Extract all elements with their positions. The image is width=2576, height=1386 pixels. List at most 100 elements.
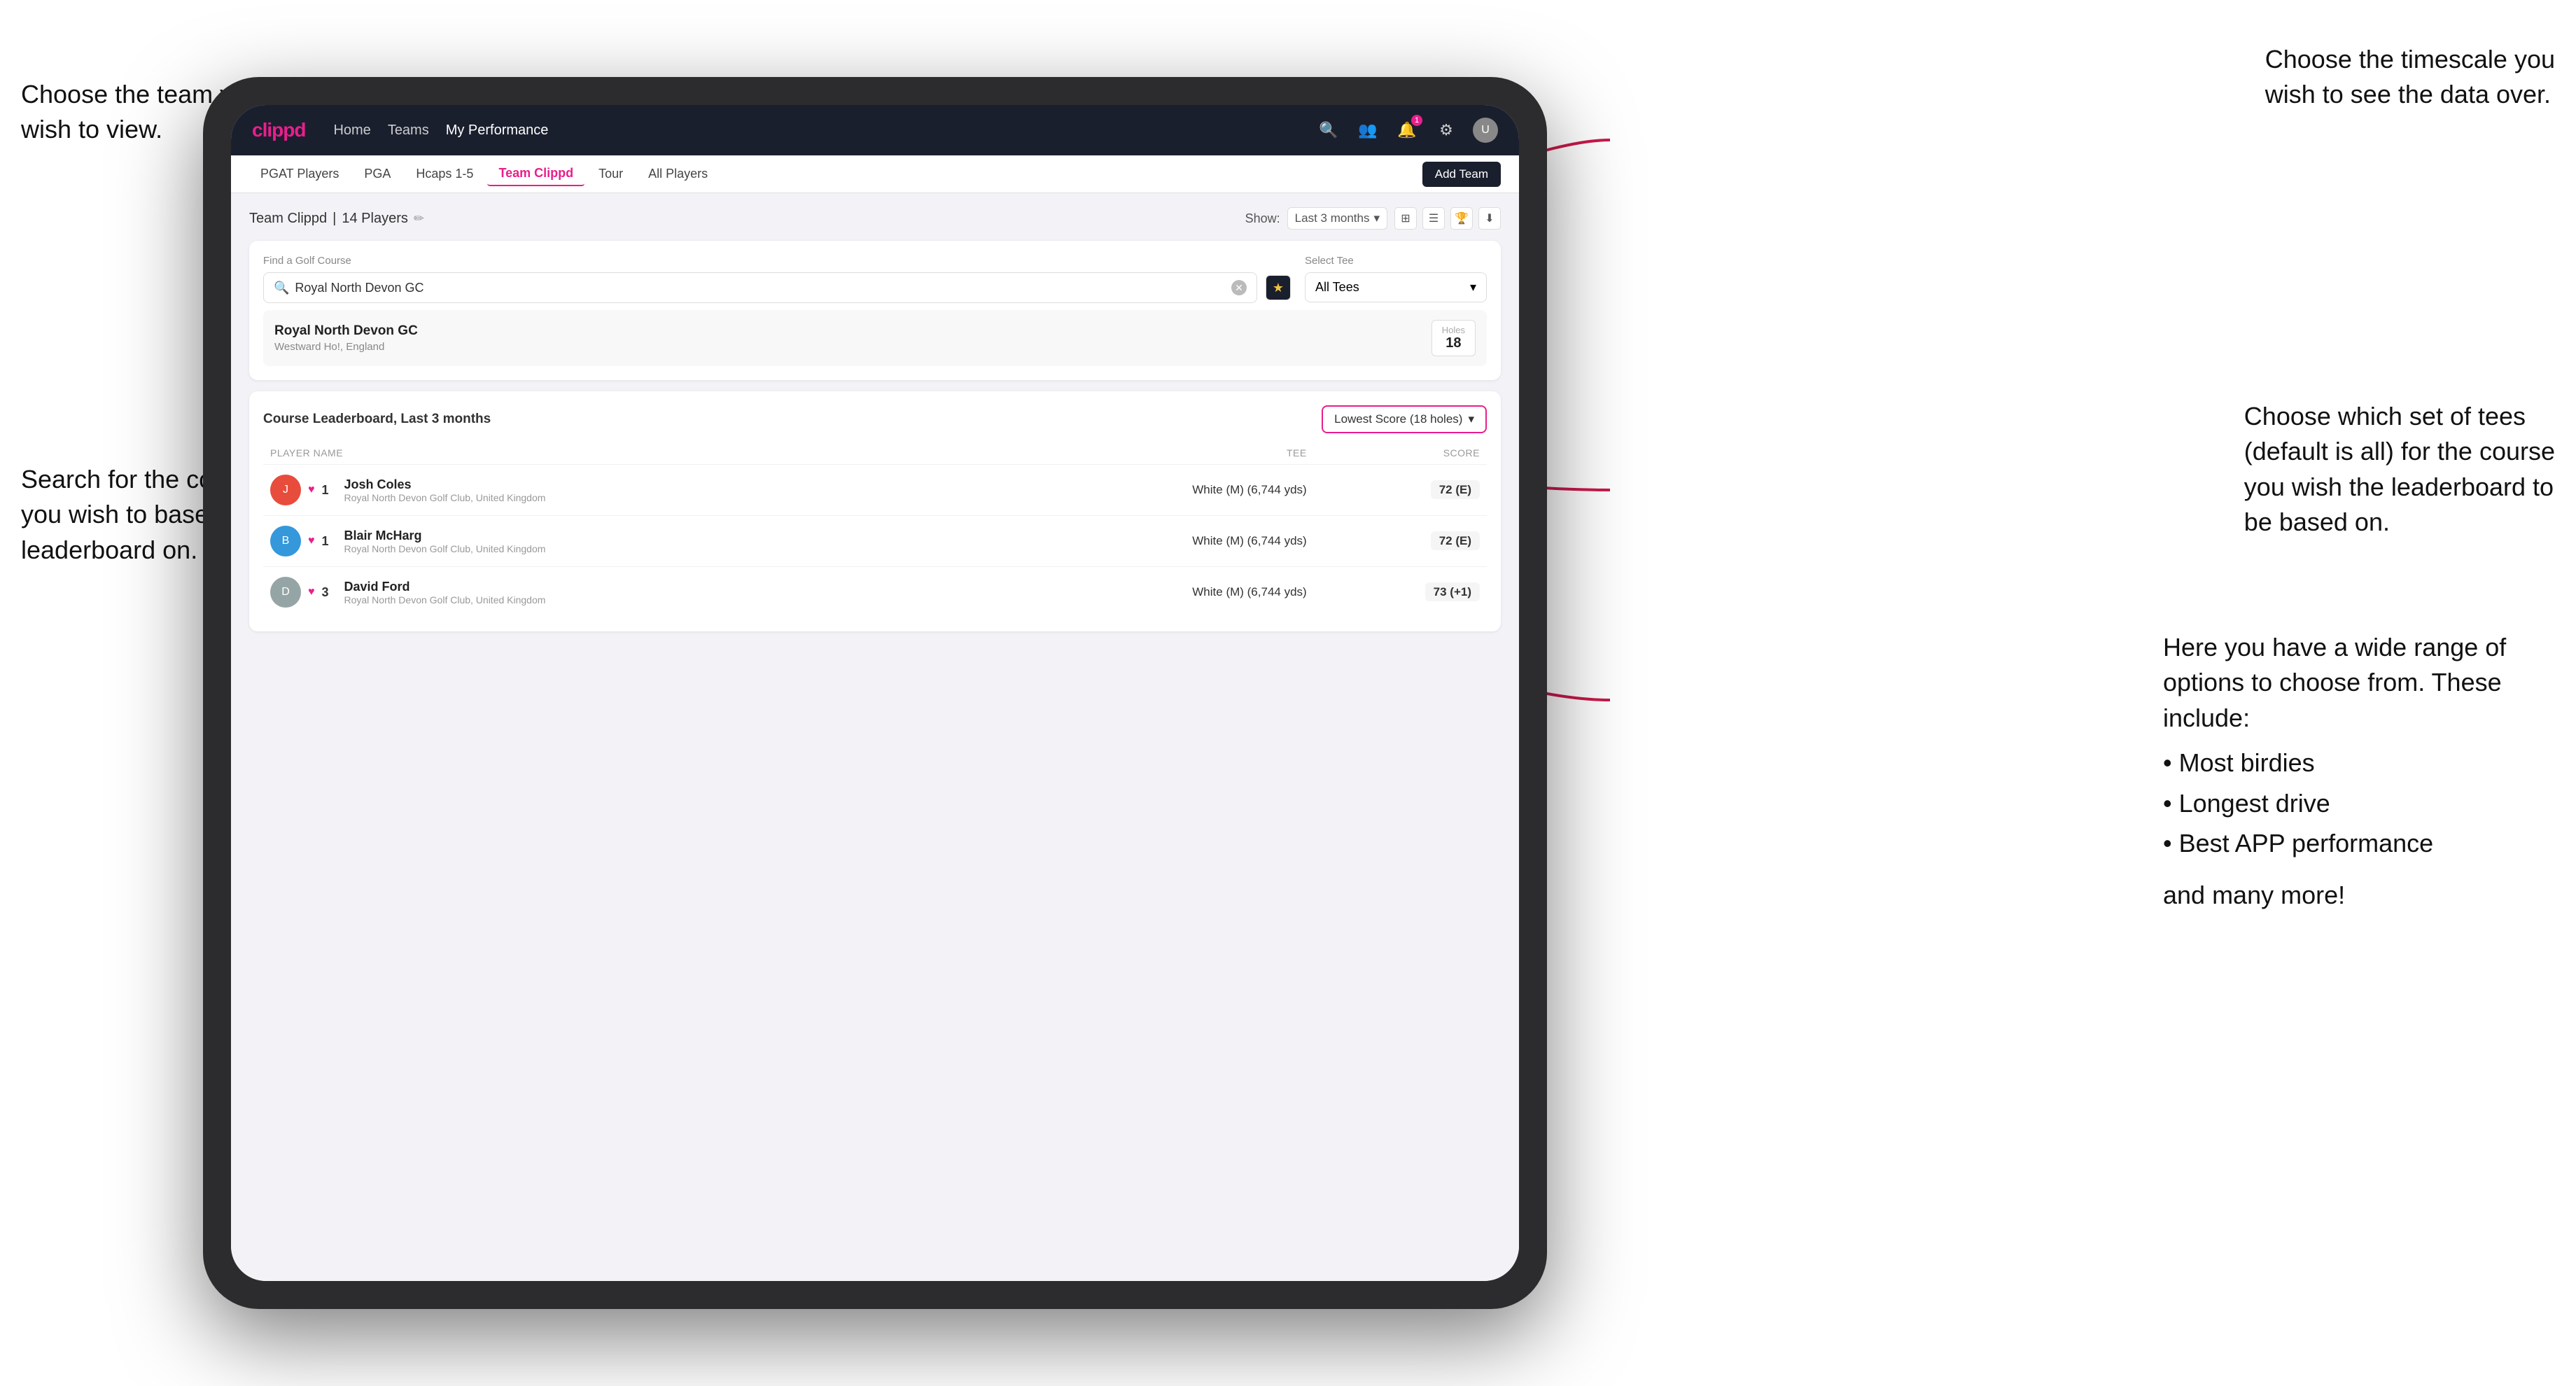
ann-tr-line2: wish to see the data over. xyxy=(2265,80,2551,108)
course-result: Royal North Devon GC Westward Ho!, Engla… xyxy=(263,310,1487,366)
player-avatar-1: B xyxy=(270,526,301,556)
add-team-button[interactable]: Add Team xyxy=(1422,162,1501,187)
course-search-box[interactable]: 🔍 ✕ xyxy=(263,272,1257,303)
player-cell-0: J ♥ 1 Josh Coles Royal North Devon Golf … xyxy=(263,465,990,516)
holes-number: 18 xyxy=(1442,335,1465,351)
tee-section: Select Tee All Tees ▾ xyxy=(1305,255,1487,302)
course-location: Westward Ho!, England xyxy=(274,341,418,353)
leaderboard-title: Course Leaderboard, Last 3 months xyxy=(263,412,491,427)
favorite-button[interactable]: ★ xyxy=(1266,275,1291,300)
player-score-0: 72 (E) xyxy=(1314,465,1487,516)
heart-icon-0[interactable]: ♥ xyxy=(308,484,315,496)
show-label: Show: xyxy=(1245,211,1280,226)
sub-nav: PGAT Players PGA Hcaps 1-5 Team Clippd T… xyxy=(231,155,1519,193)
player-tee-1: White (M) (6,744 yds) xyxy=(990,516,1313,567)
course-search-card: Find a Golf Course 🔍 ✕ ★ Select Tee xyxy=(249,241,1501,380)
holes-label: Holes xyxy=(1442,325,1465,335)
main-content: Team Clippd | 14 Players ✏ Show: Last 3 … xyxy=(231,193,1519,1281)
nav-icons: 🔍 👥 🔔 1 ⚙ U xyxy=(1316,118,1498,143)
col-score: SCORE xyxy=(1314,442,1487,465)
player-score-2: 73 (+1) xyxy=(1314,567,1487,618)
leaderboard-table: PLAYER NAME TEE SCORE J ♥ 1 Josh Coles R… xyxy=(263,442,1487,617)
search-icon[interactable]: 🔍 xyxy=(1316,118,1341,143)
player-name-1: Blair McHarg xyxy=(344,528,546,543)
score-badge-2: 73 (+1) xyxy=(1425,582,1480,601)
player-rank-0: 1 xyxy=(322,483,337,498)
user-avatar[interactable]: U xyxy=(1473,118,1498,143)
lb-title-main: Course Leaderboard, xyxy=(263,412,397,426)
course-name: Royal North Devon GC xyxy=(274,323,418,339)
player-cell-1: B ♥ 1 Blair McHarg Royal North Devon Gol… xyxy=(263,516,990,567)
player-club-0: Royal North Devon Golf Club, United King… xyxy=(344,492,546,503)
search-row: 🔍 ✕ ★ xyxy=(263,272,1291,303)
tee-select-dropdown[interactable]: All Tees ▾ xyxy=(1305,272,1487,302)
edit-icon[interactable]: ✏ xyxy=(414,211,424,226)
heart-icon-1[interactable]: ♥ xyxy=(308,535,315,547)
table-row: J ♥ 1 Josh Coles Royal North Devon Golf … xyxy=(263,465,1487,516)
tab-pga[interactable]: PGA xyxy=(353,162,402,186)
holes-box: Holes 18 xyxy=(1432,320,1476,356)
bell-icon[interactable]: 🔔 1 xyxy=(1394,118,1420,143)
nav-logo: clippd xyxy=(252,119,305,141)
search-icon: 🔍 xyxy=(274,281,289,295)
top-nav: clippd Home Teams My Performance 🔍 👥 🔔 1… xyxy=(231,105,1519,155)
annotation-mid-right: Choose which set of tees (default is all… xyxy=(2244,399,2555,540)
player-club-1: Royal North Devon Golf Club, United King… xyxy=(344,543,546,554)
player-name-0: Josh Coles xyxy=(344,477,546,492)
people-icon[interactable]: 👥 xyxy=(1355,118,1380,143)
player-tee-0: White (M) (6,744 yds) xyxy=(990,465,1313,516)
chevron-down-icon: ▾ xyxy=(1468,412,1474,426)
pipe-sep: | xyxy=(332,211,336,227)
trophy-icon[interactable]: 🏆 xyxy=(1450,207,1473,230)
course-info: Royal North Devon GC Westward Ho!, Engla… xyxy=(274,323,418,353)
player-name-2: David Ford xyxy=(344,580,546,594)
ann-mr-line4: be based on. xyxy=(2244,507,2390,536)
ann-mr-line1: Choose which set of tees xyxy=(2244,402,2526,430)
ipad-screen: clippd Home Teams My Performance 🔍 👥 🔔 1… xyxy=(231,105,1519,1281)
col-tee: TEE xyxy=(990,442,1313,465)
player-info-2: David Ford Royal North Devon Golf Club, … xyxy=(344,580,546,606)
tab-all-players[interactable]: All Players xyxy=(637,162,719,186)
list-view-icon[interactable]: ☰ xyxy=(1422,207,1445,230)
team-header-row: Team Clippd | 14 Players ✏ Show: Last 3 … xyxy=(249,207,1501,230)
ann-ml-line3: leaderboard on. xyxy=(21,536,197,564)
ann-tr-line1: Choose the timescale you xyxy=(2265,45,2555,74)
time-filter-dropdown[interactable]: Last 3 months ▾ xyxy=(1287,207,1387,230)
player-avatar-2: D xyxy=(270,577,301,608)
leaderboard-header: Course Leaderboard, Last 3 months Lowest… xyxy=(263,405,1487,433)
tab-tour[interactable]: Tour xyxy=(587,162,634,186)
player-score-1: 72 (E) xyxy=(1314,516,1487,567)
grid-view-icon[interactable]: ⊞ xyxy=(1394,207,1417,230)
find-course-label: Find a Golf Course xyxy=(263,255,1291,267)
sort-dropdown[interactable]: Lowest Score (18 holes) ▾ xyxy=(1322,405,1487,433)
team-name-label: Team Clippd xyxy=(249,211,327,227)
bullet-item-1: Most birdies xyxy=(2163,743,2555,783)
tab-pgat-players[interactable]: PGAT Players xyxy=(249,162,350,186)
heart-icon-2[interactable]: ♥ xyxy=(308,586,315,598)
ann-tl-line2: wish to view. xyxy=(21,115,162,144)
bullet-item-2: Longest drive xyxy=(2163,783,2555,824)
tab-hcaps[interactable]: Hcaps 1-5 xyxy=(405,162,484,186)
player-rank-1: 1 xyxy=(322,534,337,549)
table-row: D ♥ 3 David Ford Royal North Devon Golf … xyxy=(263,567,1487,618)
ann-br-intro: Here you have a wide range of options to… xyxy=(2163,633,2506,732)
nav-link-myperformance[interactable]: My Performance xyxy=(446,122,549,139)
course-search-input[interactable] xyxy=(295,281,1226,295)
chevron-down-icon: ▾ xyxy=(1470,280,1476,295)
nav-link-teams[interactable]: Teams xyxy=(388,122,429,139)
select-tee-label: Select Tee xyxy=(1305,255,1487,267)
nav-links: Home Teams My Performance xyxy=(333,122,548,139)
table-header: PLAYER NAME TEE SCORE xyxy=(263,442,1487,465)
bullet-item-3: Best APP performance xyxy=(2163,823,2555,864)
nav-link-home[interactable]: Home xyxy=(333,122,370,139)
ann-mr-line2: (default is all) for the course xyxy=(2244,437,2555,465)
tee-value: All Tees xyxy=(1315,280,1359,295)
player-tee-2: White (M) (6,744 yds) xyxy=(990,567,1313,618)
download-icon[interactable]: ⬇ xyxy=(1478,207,1501,230)
col-player: PLAYER NAME xyxy=(263,442,990,465)
player-info-1: Blair McHarg Royal North Devon Golf Club… xyxy=(344,528,546,554)
settings-icon[interactable]: ⚙ xyxy=(1434,118,1459,143)
clear-search-button[interactable]: ✕ xyxy=(1231,280,1247,295)
table-row: B ♥ 1 Blair McHarg Royal North Devon Gol… xyxy=(263,516,1487,567)
tab-team-clippd[interactable]: Team Clippd xyxy=(487,162,584,186)
